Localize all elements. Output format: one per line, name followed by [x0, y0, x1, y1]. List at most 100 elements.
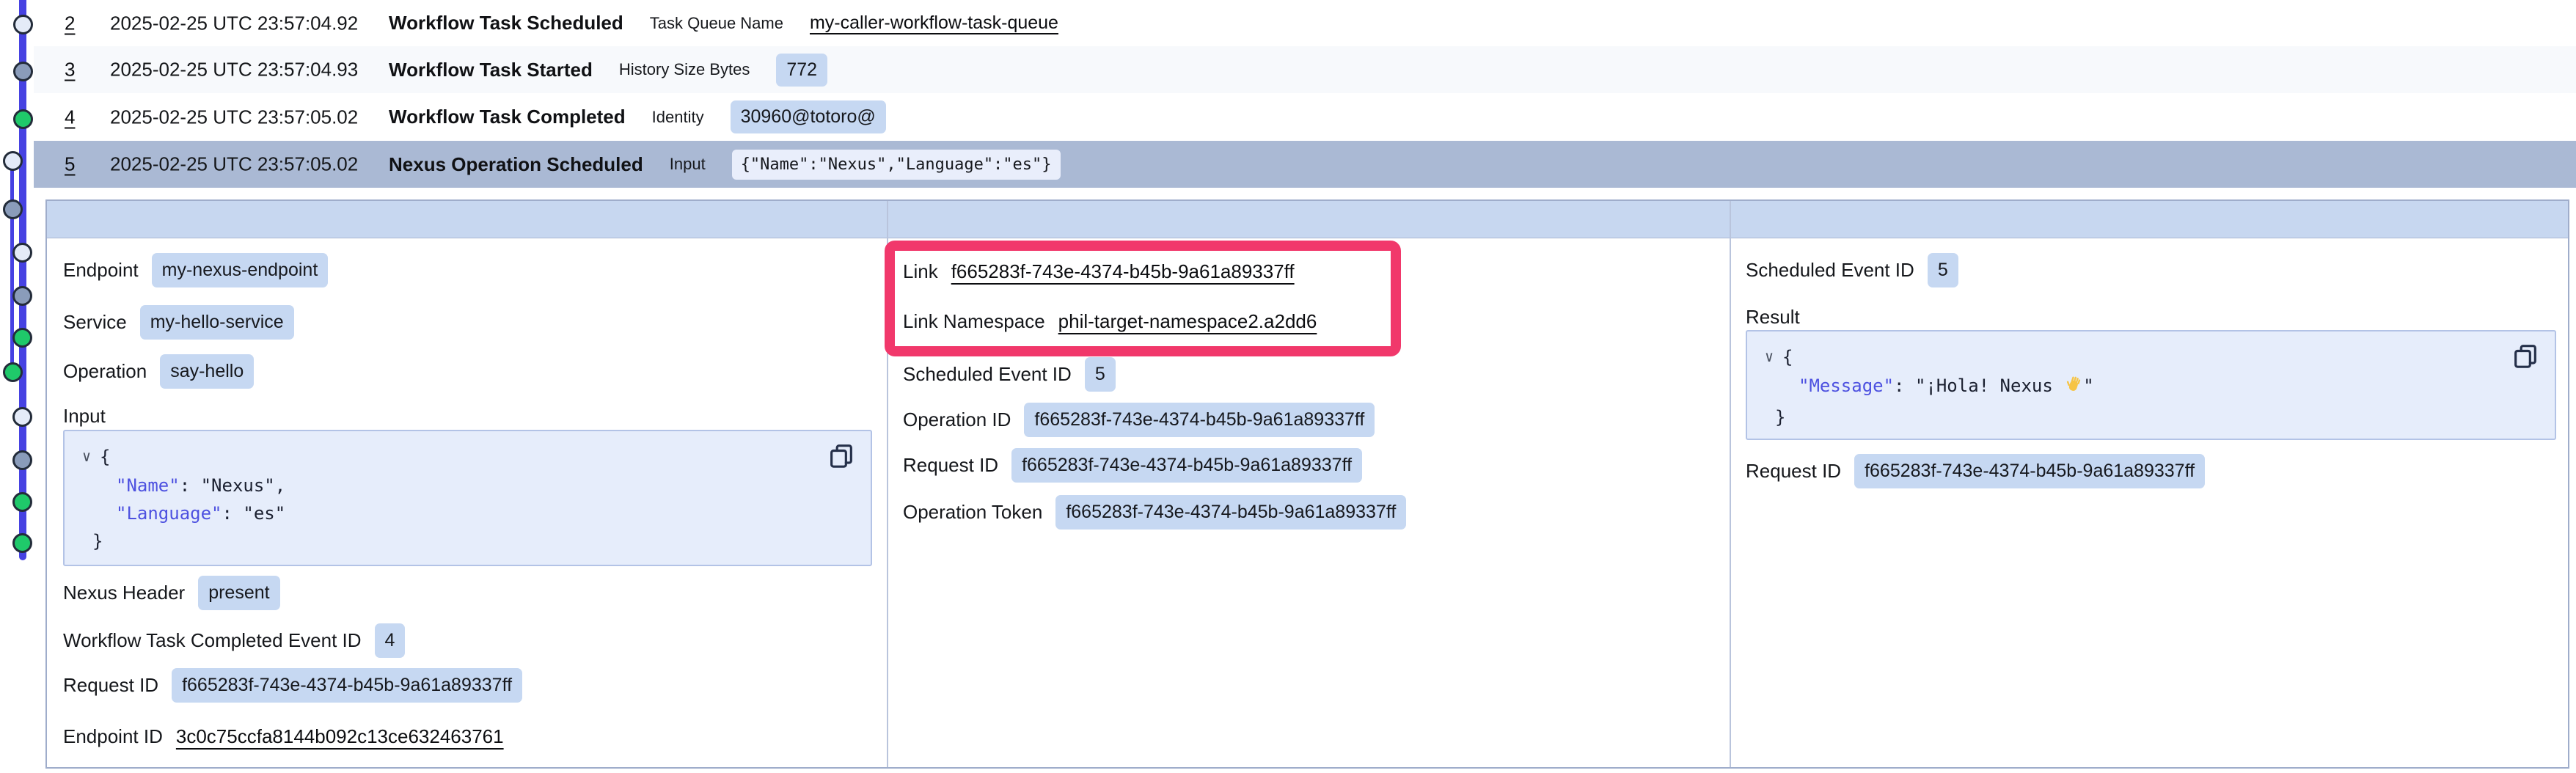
- history-row-event-3[interactable]: 3 2025-02-25 UTC 23:57:04.93 Workflow Ta…: [34, 46, 2576, 93]
- event-node-completed-icon: [13, 109, 33, 129]
- collapse-chevron-icon[interactable]: ∨: [1765, 342, 1774, 370]
- event-detail-label: Input: [670, 155, 706, 174]
- field-row-nexus-header: Nexus Header present: [63, 575, 280, 610]
- event-node-started-icon: [12, 450, 32, 470]
- workflow-event-history-screen: 2 2025-02-25 UTC 23:57:04.92 Workflow Ta…: [0, 0, 2576, 773]
- request-id-badge: f665283f-743e-4374-b45b-9a61a89337ff: [172, 668, 522, 703]
- json-line: }: [82, 527, 871, 555]
- field-row-scheduled-event-id: Scheduled Event ID 5: [1746, 252, 1958, 287]
- service-badge: my-hello-service: [140, 305, 294, 340]
- event-id-badge: 4: [375, 623, 406, 658]
- event-node-completed-icon: [3, 362, 23, 382]
- event-detail-panels: 5 Nexus Operation Scheduled 2025-02-25 U…: [45, 199, 2569, 769]
- event-node-scheduled-icon: [13, 15, 33, 34]
- field-label: Request ID: [63, 674, 158, 697]
- panels-header-band: [47, 201, 2568, 238]
- event-node-scheduled-icon: [3, 151, 23, 171]
- field-row-link-namespace: Link Namespace phil-target-namespace2.a2…: [903, 304, 1317, 339]
- field-label: Scheduled Event ID: [1746, 259, 1914, 282]
- json-line: }: [1765, 403, 2555, 431]
- event-node-started-icon: [13, 62, 33, 81]
- event-summary: Nexus Operation Scheduled Input {"Name":…: [389, 141, 1061, 188]
- event-id-link[interactable]: 2: [65, 12, 75, 34]
- copy-icon[interactable]: [827, 442, 856, 471]
- event-node-started-icon: [3, 199, 23, 219]
- json-line: ∨{: [1765, 343, 2555, 372]
- event-name: Workflow Task Completed: [389, 106, 626, 128]
- panel-divider: [1730, 201, 1731, 767]
- field-label: Nexus Header: [63, 582, 185, 604]
- field-row-scheduled-event-id: Scheduled Event ID 5: [903, 356, 1116, 392]
- event-detail-label: History Size Bytes: [619, 60, 750, 79]
- event-node-scheduled-icon: [12, 407, 32, 427]
- event-name: Workflow Task Started: [389, 59, 593, 81]
- field-label: Result: [1746, 306, 1800, 329]
- history-size-badge: 772: [776, 54, 827, 87]
- task-queue-link[interactable]: my-caller-workflow-task-queue: [810, 12, 1058, 34]
- input-json-viewer: ∨{ "Name": "Nexus", "Language": "es" }: [63, 430, 872, 566]
- history-row-event-2[interactable]: 2 2025-02-25 UTC 23:57:04.92 Workflow Ta…: [34, 0, 2576, 46]
- json-line: "Message": "¡Hola! Nexus ": [1765, 372, 2555, 403]
- field-row-operation-id: Operation ID f665283f-743e-4374-b45b-9a6…: [903, 402, 1375, 437]
- field-label: Request ID: [903, 454, 998, 477]
- event-node-started-icon: [12, 286, 32, 306]
- request-id-badge: f665283f-743e-4374-b45b-9a61a89337ff: [1854, 454, 2205, 488]
- event-name: Workflow Task Scheduled: [389, 12, 623, 34]
- event-timestamp: 2025-02-25 UTC 23:57:04.93: [110, 59, 358, 81]
- event-summary: Workflow Task Completed Identity 30960@t…: [389, 93, 886, 141]
- field-label: Endpoint ID: [63, 725, 163, 748]
- field-label: Endpoint: [63, 259, 139, 282]
- field-row-link: Link f665283f-743e-4374-b45b-9a61a89337f…: [903, 254, 1295, 289]
- json-line: ∨{: [82, 443, 871, 472]
- workflow-link[interactable]: f665283f-743e-4374-b45b-9a61a89337ff: [951, 260, 1295, 283]
- field-label: Scheduled Event ID: [903, 363, 1072, 386]
- namespace-link[interactable]: phil-target-namespace2.a2dd6: [1058, 310, 1317, 333]
- input-section-label: Input: [63, 398, 106, 433]
- field-row-endpoint-id: Endpoint ID 3c0c75ccfa8144b092c13ce63246…: [63, 719, 504, 754]
- event-id-link[interactable]: 4: [65, 106, 75, 128]
- result-section-label: Result: [1746, 299, 1800, 334]
- request-id-badge: f665283f-743e-4374-b45b-9a61a89337ff: [1011, 448, 1362, 483]
- field-label: Operation Token: [903, 501, 1042, 524]
- event-name: Nexus Operation Scheduled: [389, 153, 643, 176]
- identity-badge: 30960@totoro@: [731, 100, 886, 133]
- event-node-completed-icon: [12, 492, 32, 512]
- operation-token-badge: f665283f-743e-4374-b45b-9a61a89337ff: [1055, 495, 1406, 530]
- panel-divider: [887, 201, 888, 767]
- json-line: "Name": "Nexus",: [82, 472, 871, 499]
- field-label: Link Namespace: [903, 310, 1045, 333]
- scheduled-event-id-badge: 5: [1085, 357, 1116, 392]
- event-summary: Workflow Task Scheduled Task Queue Name …: [389, 0, 1058, 46]
- operation-id-badge: f665283f-743e-4374-b45b-9a61a89337ff: [1024, 403, 1375, 437]
- operation-badge: say-hello: [160, 354, 254, 389]
- field-row-operation-token: Operation Token f665283f-743e-4374-b45b-…: [903, 494, 1406, 530]
- event-id-link[interactable]: 5: [65, 153, 75, 176]
- timeline-main-line: [19, 0, 26, 560]
- history-row-event-5-selected[interactable]: 5 2025-02-25 UTC 23:57:05.02 Nexus Opera…: [34, 141, 2576, 188]
- event-node-completed-icon: [12, 533, 32, 553]
- field-label: Service: [63, 311, 127, 334]
- event-detail-label: Task Queue Name: [650, 14, 783, 33]
- field-row-request-id: Request ID f665283f-743e-4374-b45b-9a61a…: [1746, 453, 2205, 488]
- event-timestamp: 2025-02-25 UTC 23:57:05.02: [110, 153, 358, 176]
- field-label: Request ID: [1746, 460, 1841, 483]
- field-label: Workflow Task Completed Event ID: [63, 629, 362, 652]
- nexus-header-badge: present: [198, 576, 279, 610]
- result-json-viewer: ∨{ "Message": "¡Hola! Nexus " }: [1746, 330, 2556, 440]
- input-payload-badge: {"Name":"Nexus","Language":"es"}: [732, 150, 1061, 180]
- copy-icon[interactable]: [2511, 342, 2540, 371]
- field-row-request-id: Request ID f665283f-743e-4374-b45b-9a61a…: [903, 447, 1362, 483]
- field-label: Operation ID: [903, 409, 1011, 431]
- scheduled-event-id-badge: 5: [1928, 253, 1958, 287]
- field-row-request-id: Request ID f665283f-743e-4374-b45b-9a61a…: [63, 667, 522, 703]
- json-line: "Language": "es": [82, 499, 871, 527]
- event-summary: Workflow Task Started History Size Bytes…: [389, 46, 827, 93]
- field-label: Operation: [63, 360, 147, 383]
- history-row-event-4[interactable]: 4 2025-02-25 UTC 23:57:05.02 Workflow Ta…: [34, 93, 2576, 141]
- collapse-chevron-icon[interactable]: ∨: [82, 442, 91, 470]
- field-row-service: Service my-hello-service: [63, 304, 294, 340]
- event-id-link[interactable]: 3: [65, 59, 75, 81]
- field-row-operation: Operation say-hello: [63, 353, 254, 389]
- event-detail-label: Identity: [652, 108, 704, 127]
- endpoint-id-link[interactable]: 3c0c75ccfa8144b092c13ce632463761: [176, 725, 504, 748]
